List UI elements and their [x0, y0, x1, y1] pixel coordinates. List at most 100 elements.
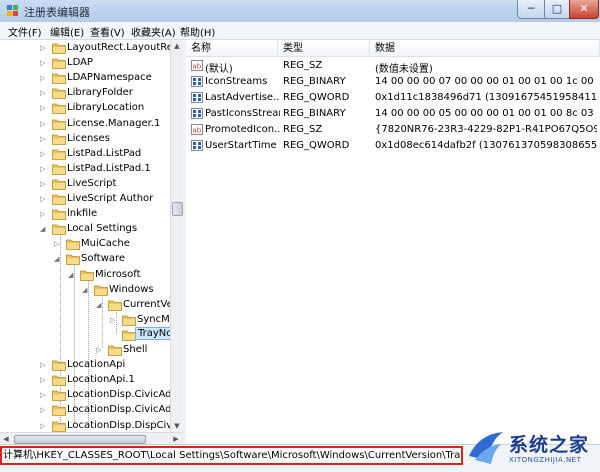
value-name: PromotedIcon...	[205, 124, 280, 135]
value-row[interactable]: ab (默认) REG_SZ (数值未设置)	[186, 58, 600, 75]
tree-expander-icon[interactable]: ▷	[40, 150, 48, 158]
tree-item-label: ListPad.ListPad.1	[67, 162, 151, 174]
tree-item-label: LayoutRect.LayoutRect.	[67, 42, 170, 53]
string-value-icon: ab	[191, 124, 203, 135]
scroll-up-icon[interactable]: ▲	[171, 40, 183, 52]
folder-icon	[52, 375, 66, 387]
tree-expander-icon[interactable]: ◢	[68, 271, 76, 279]
value-row[interactable]: UserStartTime REG_QWORD 0x1d08ec614dafb2f …	[186, 138, 600, 154]
folder-icon	[52, 164, 66, 175]
site-watermark: 系统之家 XITONGZHIJIA.NET	[463, 424, 600, 471]
binary-value-icon	[191, 76, 203, 87]
tree-expander-icon[interactable]: ◢	[54, 255, 62, 263]
value-name: PastIconsStream	[205, 108, 280, 119]
tree-item-label: Local Settings	[67, 223, 138, 235]
tree-item-label: LibraryLocation	[67, 102, 145, 114]
binary-value-icon	[191, 108, 203, 119]
value-data: 14 00 00 00 07 00 00 00 01 00 01 00 1c 0…	[375, 76, 597, 87]
value-row[interactable]: PastIconsStream REG_BINARY 14 00 00 00 05 …	[186, 106, 600, 122]
tree-expander-icon[interactable]: ▷	[96, 346, 104, 354]
tree-expander-icon[interactable]: ▷	[40, 120, 48, 128]
folder-icon	[52, 58, 66, 69]
folder-icon	[108, 345, 122, 356]
value-type: REG_BINARY	[283, 76, 346, 87]
column-header-data[interactable]: 数据	[370, 40, 600, 57]
value-type: REG_QWORD	[283, 140, 350, 151]
string-value-icon: ab	[191, 60, 203, 71]
tree-item-label: License.Manager.1	[67, 117, 161, 129]
value-row[interactable]: ab PromotedIcon... REG_SZ {7820NR76-23R3-42…	[186, 122, 600, 138]
column-header-name[interactable]: 名称	[186, 40, 278, 57]
tree-expander-icon[interactable]: ▷	[40, 361, 48, 369]
tree-expander-icon[interactable]	[110, 331, 118, 339]
folder-icon	[52, 194, 66, 205]
tree-item-label: MuiCache	[81, 238, 130, 250]
svg-text:ab: ab	[193, 63, 202, 71]
tree-expander-icon[interactable]: ▷	[40, 376, 48, 384]
minimize-button[interactable]: ─	[517, 0, 545, 19]
value-name: (默认)	[205, 64, 233, 75]
tree-item-label: LocationDisp.DispCivic	[67, 419, 170, 431]
tree-expander-icon[interactable]: ▷	[40, 74, 48, 82]
tree-item-label: LocationDisp.CivicAddr	[67, 389, 170, 401]
menu-help[interactable]: 帮助(H)	[180, 24, 215, 39]
tree-expander-icon[interactable]: ▷	[40, 59, 48, 67]
tree-expander-icon[interactable]: ▷	[110, 316, 118, 324]
tree-expander-icon[interactable]: ▷	[40, 135, 48, 143]
menu-edit[interactable]: 编辑(E)	[50, 24, 84, 39]
menu-file[interactable]: 文件(F)	[8, 24, 42, 39]
value-name: UserStartTime	[205, 140, 277, 151]
tree-expander-icon[interactable]: ▷	[40, 406, 48, 414]
tree-expander-icon[interactable]: ▷	[40, 422, 48, 430]
tree-vertical-scrollbar[interactable]: ▲ ▼	[170, 40, 183, 432]
maximize-button[interactable]: □	[544, 0, 570, 19]
folder-icon	[52, 149, 66, 160]
value-name: LastAdvertise...	[205, 92, 280, 103]
tree-expander-icon[interactable]: ▷	[40, 195, 48, 203]
tree-expander-icon[interactable]: ◢	[82, 286, 90, 294]
horizontal-scroll-thumb[interactable]	[14, 435, 146, 444]
folder-icon	[52, 224, 66, 236]
value-row[interactable]: IconStreams REG_BINARY 14 00 00 00 07 00 0…	[186, 74, 600, 90]
tree-expander-icon[interactable]: ◢	[40, 225, 48, 233]
tree-expander-icon[interactable]: ◢	[96, 301, 104, 309]
tree-item-label: LiveScript Author	[67, 193, 154, 204]
scroll-thumb[interactable]	[172, 202, 183, 216]
folder-icon	[52, 103, 66, 115]
close-button[interactable]: ✕	[569, 0, 599, 19]
tree-expander-icon[interactable]: ▷	[40, 104, 48, 112]
tree-item-label: LDAP	[67, 57, 93, 69]
tree-expander-icon[interactable]: ▷	[40, 391, 48, 399]
tree-item-label: Software	[81, 253, 126, 265]
folder-icon	[52, 119, 66, 130]
value-data: 14 00 00 00 05 00 00 00 01 00 01 00 8c 0…	[375, 108, 597, 119]
value-row[interactable]: LastAdvertise... REG_QWORD 0x1d11c1838496d…	[186, 90, 600, 106]
folder-icon	[94, 285, 108, 296]
registry-editor-icon	[7, 5, 18, 16]
svg-text:ab: ab	[193, 127, 202, 135]
menu-favorites[interactable]: 收藏夹(A)	[131, 24, 176, 39]
scroll-down-icon[interactable]: ▼	[171, 420, 183, 432]
tree-expander-icon[interactable]: ▷	[40, 210, 48, 218]
registry-value-list[interactable]: 名称 类型 数据 ab (默认) REG_SZ (数值未设置) IconStreams R…	[186, 40, 600, 444]
folder-icon	[66, 239, 80, 251]
tree-item-label: LibraryFolder	[67, 87, 133, 99]
tree-expander-icon[interactable]: ▷	[40, 89, 48, 97]
column-header-type[interactable]: 类型	[278, 40, 370, 57]
menu-bar: 文件(F) 编辑(E) 查看(V) 收藏夹(A) 帮助(H)	[0, 22, 600, 40]
tree-expander-icon[interactable]: ▷	[40, 180, 48, 188]
folder-icon	[66, 254, 80, 266]
folder-icon	[52, 390, 66, 402]
menu-view[interactable]: 查看(V)	[90, 24, 125, 39]
folder-icon	[52, 73, 66, 85]
tree-expander-icon[interactable]: ▷	[54, 240, 62, 248]
tree-expander-icon[interactable]: ▷	[40, 165, 48, 173]
registry-key-tree[interactable]: ▷ LayoutRect.LayoutRect. ▷ LDAP ▷ LDAPNamespa…	[0, 40, 170, 432]
tree-item-label: LocationApi	[67, 359, 126, 371]
tree-expander-icon[interactable]: ▷	[40, 44, 48, 52]
title-bar: 注册表编辑器 ─ □ ✕	[0, 0, 600, 23]
value-type: REG_BINARY	[283, 108, 346, 119]
tree-item-label: ListPad.ListPad	[67, 147, 142, 159]
folder-icon	[122, 330, 136, 341]
folder-icon	[80, 270, 94, 281]
